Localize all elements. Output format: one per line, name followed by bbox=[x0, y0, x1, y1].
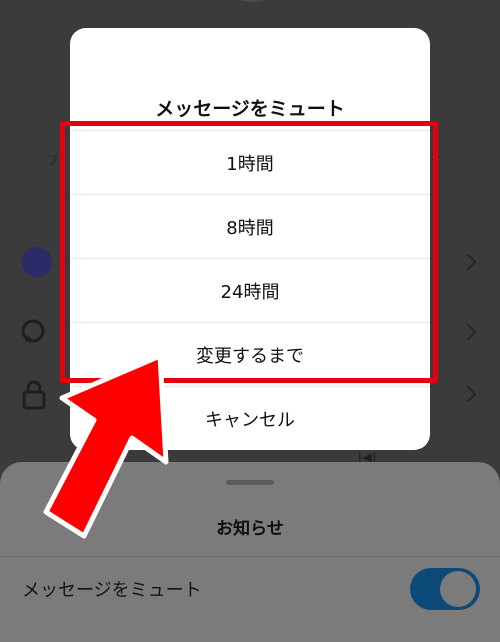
sheet-title: お知らせ bbox=[216, 519, 284, 539]
mute-messages-toggle[interactable] bbox=[410, 568, 480, 610]
chevron-right-icon bbox=[459, 253, 477, 271]
mute-option-1-hour[interactable]: 1時間 bbox=[70, 130, 430, 194]
background-tab-right: > bbox=[430, 150, 441, 165]
mute-option-until-changed[interactable]: 変更するまで bbox=[70, 322, 430, 386]
lock-icon bbox=[20, 380, 48, 414]
mute-messages-label: メッセージをミュート bbox=[22, 580, 202, 601]
mute-option-8-hours[interactable]: 8時間 bbox=[70, 194, 430, 258]
dialog-title: メッセージをミュート bbox=[155, 98, 345, 120]
profile-avatar bbox=[208, 0, 298, 2]
cancel-button[interactable]: キャンセル bbox=[70, 386, 430, 450]
background-tab-left: フ bbox=[46, 154, 60, 169]
mute-messages-dialog: メッセージをミュート 1時間 8時間 24時間 変更するまで キャンセル bbox=[70, 28, 430, 450]
theme-dot bbox=[22, 247, 52, 277]
speech-bubble-icon bbox=[20, 318, 48, 350]
sheet-drag-handle[interactable] bbox=[226, 480, 274, 485]
toggle-knob bbox=[440, 571, 476, 607]
chevron-right-icon bbox=[459, 385, 477, 403]
chevron-right-icon bbox=[459, 323, 477, 341]
mute-option-24-hours[interactable]: 24時間 bbox=[70, 258, 430, 322]
notifications-sheet: お知らせ メッセージをミュート bbox=[0, 462, 500, 642]
divider bbox=[0, 556, 500, 557]
